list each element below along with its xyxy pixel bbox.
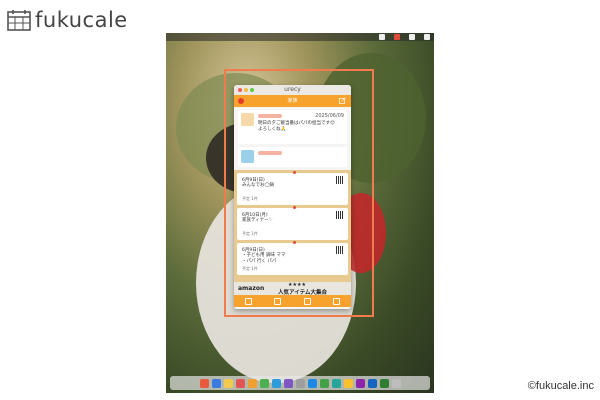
maps-icon[interactable]: [271, 378, 281, 388]
pin-icon: [292, 171, 296, 174]
schedule-card[interactable]: 6月10日(月) 家族ディナー♡ 予定 1件: [237, 206, 348, 240]
title-bar: urecy: [234, 85, 351, 95]
message-item[interactable]: 2025/06/09 明日の夕ご飯当番はパパの担当です😊 よろしくね🙏: [238, 110, 347, 144]
qr-icon: [336, 246, 344, 254]
window-title: urecy: [284, 86, 301, 93]
sender-name-redacted: [258, 114, 282, 118]
settings-icon[interactable]: [295, 378, 305, 388]
power-icon[interactable]: [424, 34, 430, 40]
window-icon[interactable]: [409, 34, 415, 40]
brand: fukucale: [7, 8, 128, 32]
card-text: みんなでお◯鍋: [242, 183, 275, 188]
qr-icon: [336, 176, 344, 184]
avatar: [241, 113, 254, 126]
photos-icon[interactable]: [259, 378, 269, 388]
dock: [170, 376, 430, 390]
finder-icon[interactable]: [199, 378, 209, 388]
safari-icon[interactable]: [307, 378, 317, 388]
facetime-icon[interactable]: [331, 378, 341, 388]
menu-bar: [166, 33, 434, 41]
card-text: 家族ディナー♡: [242, 218, 273, 223]
word-icon[interactable]: [367, 378, 377, 388]
qr-icon: [336, 211, 344, 219]
header-title: 家族: [287, 98, 298, 104]
appstore-icon[interactable]: [283, 378, 293, 388]
messages-icon[interactable]: [319, 378, 329, 388]
card-text: ・子ども用 調味 ママ ・パパ 行く パパ: [242, 253, 285, 264]
card-badge: 予定 1件: [242, 231, 258, 236]
trash-icon[interactable]: [391, 378, 401, 388]
compose-icon[interactable]: [339, 97, 346, 104]
tab-share-icon[interactable]: [274, 297, 282, 305]
desktop-screen: urecy 家族 2025/06/09 明日の夕ご飯当番はパパの担当です😊 よろ…: [166, 33, 434, 393]
schedule-card[interactable]: 6月9日(日) ・子ども用 調味 ママ ・パパ 行く パパ 予定 1件: [237, 241, 348, 275]
ad-banner[interactable]: amazon ★★★★ 人気アイテム大集合: [234, 282, 351, 296]
mail-icon[interactable]: [211, 378, 221, 388]
brand-name: fukucale: [35, 8, 128, 32]
message-line: よろしくね🙏: [258, 127, 287, 132]
message-body: 明日の夕ご飯当番はパパの担当です😊 よろしくね🙏: [258, 121, 344, 133]
card-badge: 予定 1件: [242, 196, 258, 201]
slack-icon[interactable]: [355, 378, 365, 388]
app-window: urecy 家族 2025/06/09 明日の夕ご飯当番はパパの担当です😊 よろ…: [234, 85, 351, 309]
excel-icon[interactable]: [379, 378, 389, 388]
card-line: ・パパ 行く パパ: [242, 258, 277, 264]
chrome-icon[interactable]: [343, 378, 353, 388]
calendar-icon: [7, 10, 31, 31]
app-header: 家族: [234, 95, 351, 107]
tab-home-icon[interactable]: [245, 297, 253, 305]
tab-settings-icon[interactable]: [332, 297, 340, 305]
copyright: ©fukucale.inc: [527, 380, 594, 392]
schedule-card[interactable]: 6月9日(日) みんなでお◯鍋 予定 1件: [237, 171, 348, 205]
sender-name-redacted: [258, 151, 282, 155]
calendar-icon[interactable]: [235, 378, 245, 388]
record-icon[interactable]: [394, 34, 400, 40]
ad-text: 人気アイテム大集合: [278, 290, 327, 296]
tab-bar: [234, 295, 351, 307]
tab-calendar-icon[interactable]: [303, 297, 311, 305]
notes-icon[interactable]: [223, 378, 233, 388]
message-date: 2025/06/09: [315, 113, 344, 119]
avatar: [241, 150, 254, 163]
message-item[interactable]: [238, 147, 347, 167]
card-badge: 予定 1件: [242, 266, 258, 271]
pin-icon: [292, 206, 296, 209]
schedule-list: 6月9日(日) みんなでお◯鍋 予定 1件 6月10日(月) 家族ディナー♡ 予…: [234, 170, 351, 282]
ad-brand: amazon: [238, 285, 265, 292]
gear-icon[interactable]: [379, 34, 385, 40]
card-line: ・子ども用 調味 ママ: [242, 253, 286, 258]
pin-icon: [292, 241, 296, 244]
music-icon[interactable]: [247, 378, 257, 388]
